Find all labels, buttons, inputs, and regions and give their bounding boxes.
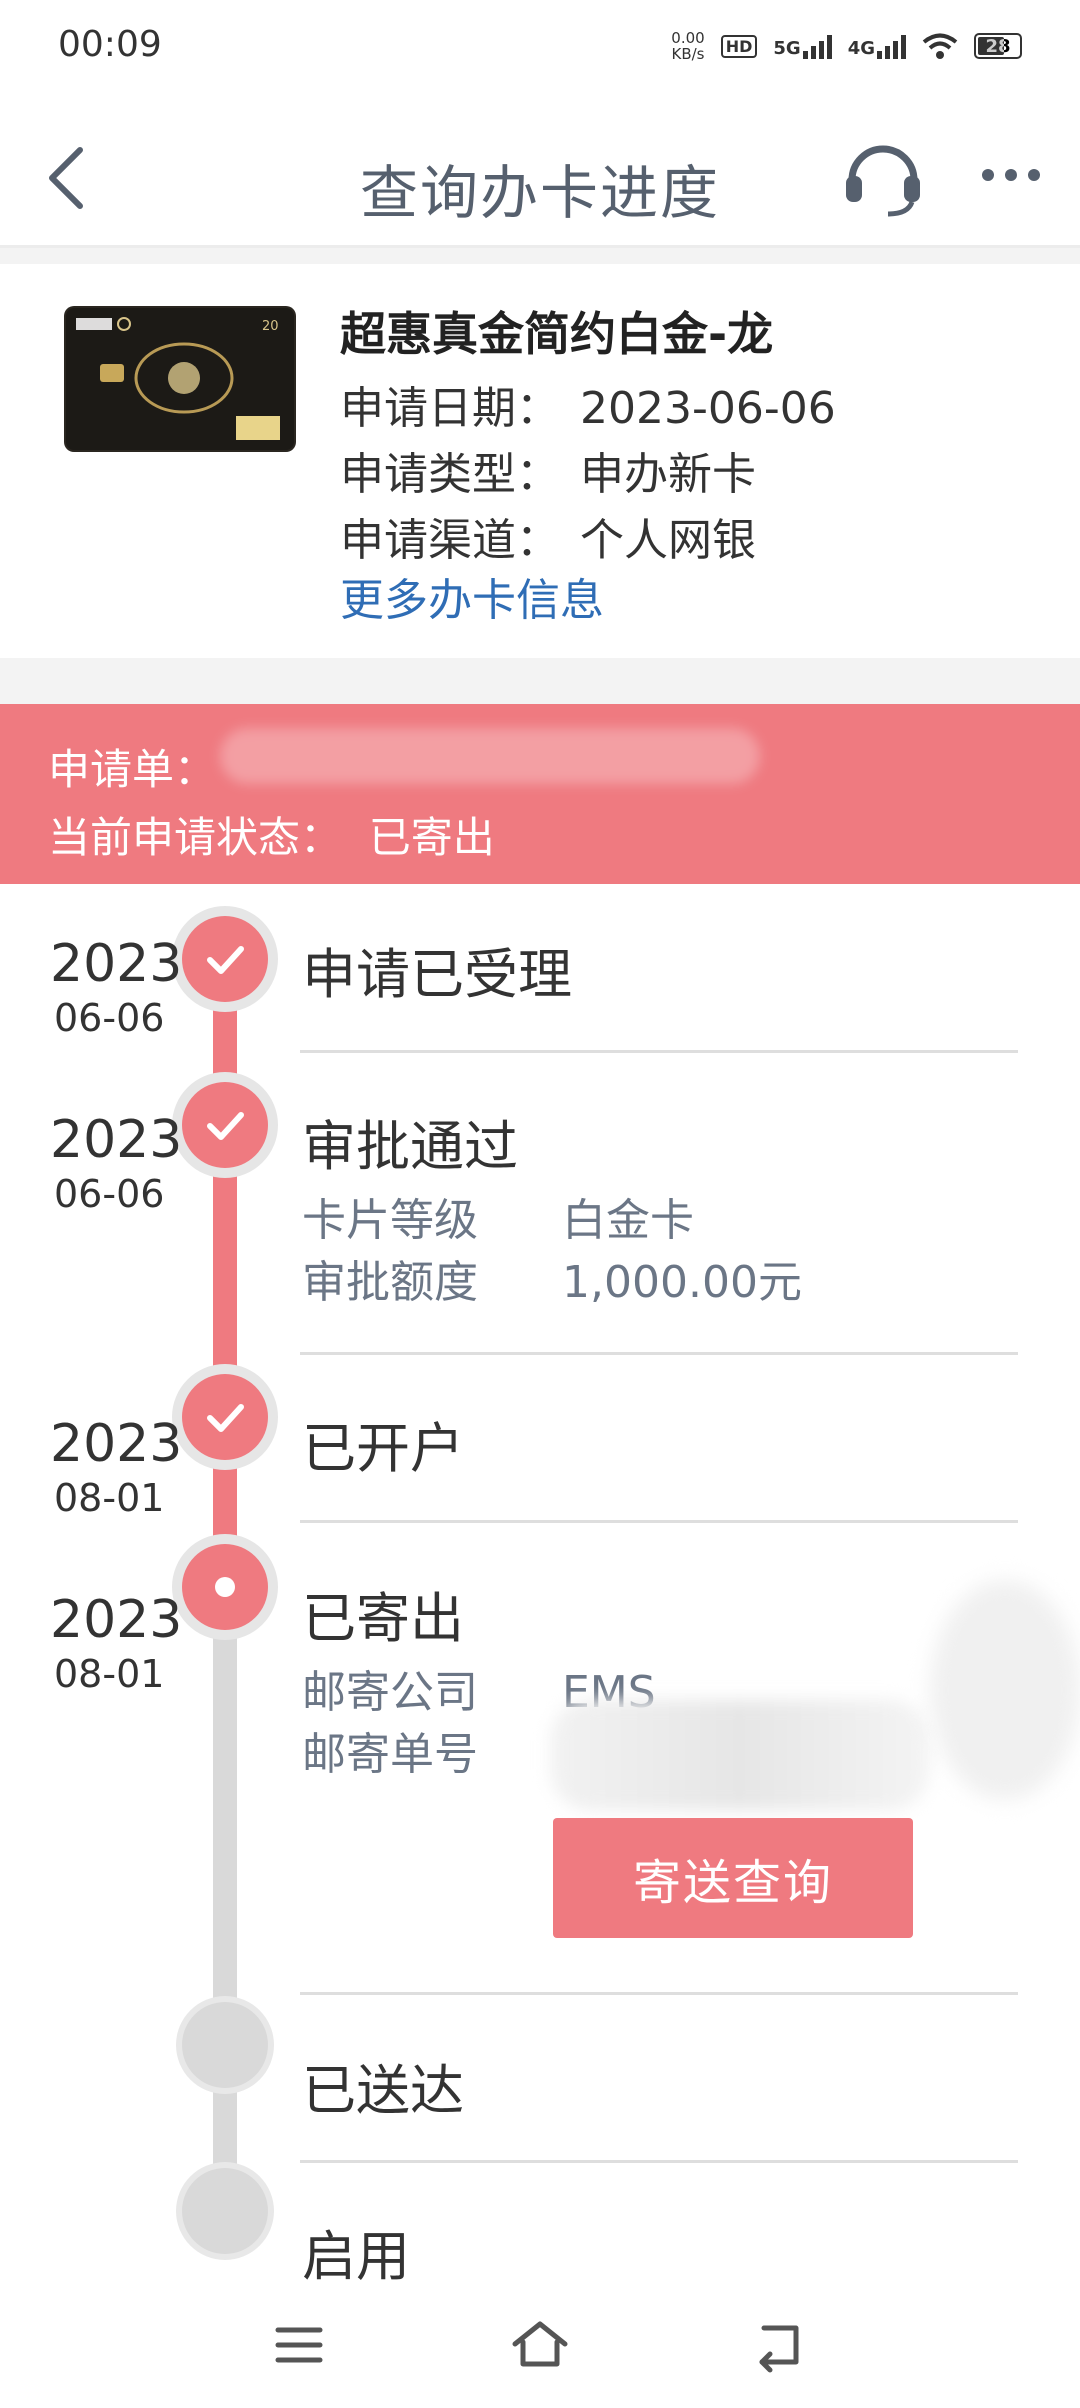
signal-4g-label: 4G (847, 38, 875, 59)
courier-company-label: 邮寄公司 (302, 1667, 478, 1718)
card-level-label: 卡片等级 (302, 1195, 478, 1246)
back-icon[interactable] (746, 2310, 816, 2380)
credit-card-image: 20 (66, 308, 294, 450)
signal-5g-icon: 5G (773, 33, 832, 59)
step-year: 2023 (50, 1110, 183, 1170)
pending-step-circle-icon (182, 2168, 268, 2254)
step-date: 08-01 (54, 1652, 165, 1696)
net-speed-unit: KB/s (671, 45, 705, 63)
application-number-label: 申请单： (48, 745, 217, 794)
card-info-panel: 20 超惠真金简约白金-龙 申请日期： 2023-06-06 申请类型： 申办新卡 … (0, 264, 1080, 658)
step-date: 06-06 (54, 996, 165, 1040)
tracking-number-row: 邮寄单号 (302, 1718, 562, 1782)
signal-5g-label: 5G (773, 38, 801, 59)
application-date-value: 2023-06-06 (580, 383, 836, 434)
status-label: 当前申请状态： (48, 813, 343, 862)
application-date-label: 申请日期： (340, 383, 560, 434)
step-date: 06-06 (54, 1172, 165, 1216)
application-type-row: 申请类型： 申办新卡 (340, 438, 756, 502)
divider (300, 1992, 1018, 1995)
credit-limit-value: 1,000.00元 (562, 1257, 802, 1308)
section-gap (0, 248, 1080, 264)
signal-4g-icon: 4G (848, 33, 906, 59)
timeline-track-completed (213, 940, 237, 1590)
application-date-row: 申请日期： 2023-06-06 (340, 372, 836, 436)
battery-icon: 28 (974, 33, 1022, 59)
redacted-area (930, 1580, 1080, 1800)
step-year: 2023 (50, 934, 183, 994)
application-status-line: 当前申请状态： 已寄出 (48, 804, 495, 865)
menu-icon[interactable] (264, 2310, 334, 2380)
divider (300, 2160, 1018, 2163)
card-level-row: 卡片等级 白金卡 (302, 1184, 694, 1248)
pending-step-circle-icon (182, 2002, 268, 2088)
more-dots-icon[interactable] (976, 150, 1046, 200)
divider (300, 1050, 1018, 1053)
application-channel-label: 申请渠道： (340, 515, 560, 566)
app-header: 查询办卡进度 (0, 110, 1080, 248)
redacted-tracking-number (550, 1700, 930, 1810)
application-channel-value: 个人网银 (580, 515, 756, 566)
application-status-banner: 申请单： 当前申请状态： 已寄出 (0, 704, 1080, 884)
step-year: 2023 (50, 1414, 183, 1474)
step-title: 启用 (302, 2225, 410, 2288)
hd-icon: HD (720, 34, 758, 58)
credit-limit-row: 审批额度 1,000.00元 (302, 1246, 802, 1310)
tracking-number-label: 邮寄单号 (302, 1729, 478, 1780)
more-card-info-link[interactable]: 更多办卡信息 (340, 564, 604, 628)
net-speed-value: 0.00 (671, 29, 705, 47)
redacted-application-number (220, 728, 760, 784)
headset-icon[interactable] (838, 132, 928, 222)
status-time: 00:09 (58, 24, 162, 65)
net-speed: 0.00 KB/s (671, 30, 704, 62)
status-icons: 0.00 KB/s HD 5G 4G 28 (671, 30, 1022, 62)
step-title: 申请已受理 (302, 943, 572, 1006)
step-date: 08-01 (54, 1476, 165, 1520)
application-type-value: 申办新卡 (580, 449, 756, 500)
application-type-label: 申请类型： (340, 449, 560, 500)
section-gap (0, 658, 1080, 704)
battery-level: 28 (985, 35, 1011, 57)
divider (300, 1520, 1018, 1523)
step-title: 审批通过 (302, 1115, 518, 1178)
step-title: 已开户 (302, 1417, 464, 1480)
divider (300, 1352, 1018, 1355)
step-title: 已寄出 (302, 1587, 464, 1650)
svg-text:20: 20 (262, 319, 279, 334)
current-step-dot-icon (182, 1544, 268, 1630)
credit-limit-label: 审批额度 (302, 1257, 478, 1308)
step-title: 已送达 (302, 2059, 464, 2122)
status-value: 已寄出 (368, 813, 495, 862)
shipment-query-button[interactable]: 寄送查询 (553, 1818, 913, 1938)
system-nav-bar (0, 2286, 1080, 2408)
card-level-value: 白金卡 (562, 1195, 694, 1246)
wifi-icon (922, 33, 958, 59)
check-icon (182, 916, 268, 1002)
application-channel-row: 申请渠道： 个人网银 (340, 504, 756, 568)
check-icon (182, 1082, 268, 1168)
step-year: 2023 (50, 1590, 183, 1650)
card-name: 超惠真金简约白金-龙 (340, 307, 774, 361)
home-icon[interactable] (505, 2310, 575, 2380)
timeline-track-pending (213, 1590, 237, 2240)
check-icon (182, 1374, 268, 1460)
